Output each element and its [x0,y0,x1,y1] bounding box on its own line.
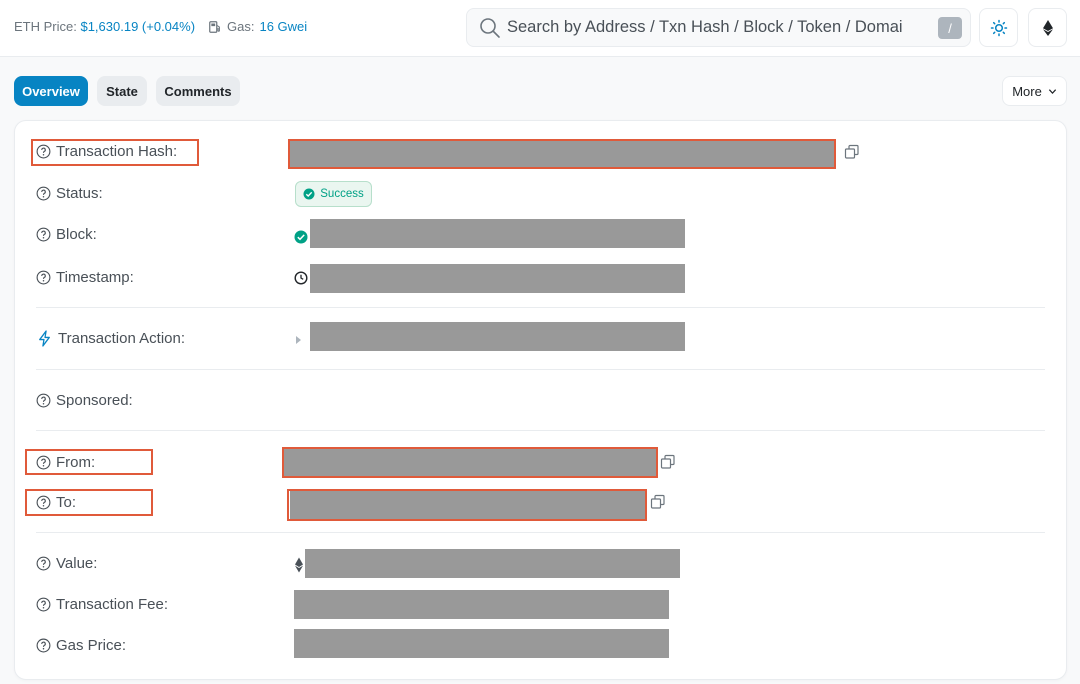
tab-comments[interactable]: Comments [156,76,240,106]
label-text: Timestamp: [56,269,134,286]
timestamp-label: Timestamp: [36,269,134,286]
block-label: Block: [36,226,97,243]
top-header: ETH Price: $1,630.19 (+0.04%) Gas: 16 Gw… [0,0,1080,57]
gas-price-label: Gas Price: [36,637,126,654]
question-circle-icon [36,270,51,285]
clock-icon [294,271,308,285]
redacted-transaction-action [310,322,685,351]
redacted-transaction-fee [294,590,669,619]
copy-icon[interactable] [650,494,666,510]
status-badge: Success [295,181,372,207]
more-dropdown[interactable]: More [1002,76,1067,106]
theme-toggle-icon [990,19,1007,36]
divider [36,307,1045,308]
highlight-box [287,489,647,521]
label-text: Value: [56,555,98,572]
label-text: Transaction Fee: [56,596,168,613]
highlight-box [25,449,153,475]
divider [36,532,1045,533]
redacted-block [310,219,685,248]
theme-toggle-button[interactable] [979,8,1018,47]
divider [36,430,1045,431]
label-text: Transaction Action: [58,330,186,347]
eth-price-label: ETH Price: [14,19,77,34]
search-input[interactable] [507,9,927,46]
caret-right-icon[interactable] [295,335,303,345]
redacted-timestamp [310,264,685,293]
lightning-icon [39,330,50,347]
block-confirmed-icon [294,230,308,244]
network-switch-button[interactable] [1028,8,1067,47]
label-text: Block: [56,226,97,243]
tab-overview[interactable]: Overview [14,76,88,106]
check-circle-icon [303,188,315,200]
question-circle-icon [36,393,51,408]
ethereum-icon [1042,19,1053,36]
transaction-action-label: Transaction Action: [36,330,185,347]
label-text: Status: [56,185,103,202]
redacted-value [305,549,680,578]
question-circle-icon [36,638,51,653]
copy-icon[interactable] [844,144,860,160]
value-label: Value: [36,555,97,572]
highlight-box [25,489,153,516]
eth-price: ETH Price: $1,630.19 (+0.04%) [14,19,195,34]
highlight-box [31,139,199,166]
tab-state[interactable]: State [97,76,147,106]
search-shortcut-key: / [938,17,962,39]
copy-icon[interactable] [660,454,676,470]
gas-label: Gas: [227,19,255,34]
label-text: Sponsored: [56,392,133,409]
eth-price-value[interactable]: $1,630.19 (+0.04%) [80,19,195,34]
redacted-gas-price [294,629,669,658]
question-circle-icon [36,597,51,612]
label-text: Gas Price: [56,637,127,654]
more-label: More [1012,83,1042,99]
gas-info: Gas: 16 Gwei [208,19,307,34]
gas-value[interactable]: 16 Gwei [259,19,307,34]
question-circle-icon [36,556,51,571]
search-icon [480,18,500,38]
question-circle-icon [36,186,51,201]
question-circle-icon [36,227,51,242]
highlight-box [288,139,836,169]
sponsored-label: Sponsored: [36,392,133,409]
gas-pump-icon [209,20,220,33]
ethereum-icon [295,557,303,573]
search-box[interactable]: / [466,8,971,47]
divider [36,369,1045,370]
highlight-box [282,447,658,478]
status-value: Success [320,188,364,200]
status-label: Status: [36,185,103,202]
transaction-fee-label: Transaction Fee: [36,596,168,613]
chevron-down-icon [1048,88,1056,94]
